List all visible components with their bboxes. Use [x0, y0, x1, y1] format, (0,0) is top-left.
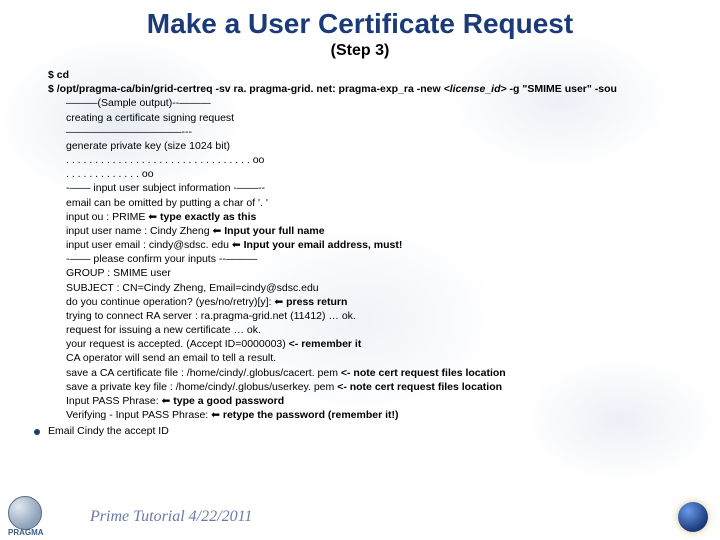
page-subtitle: (Step 3)	[0, 42, 720, 60]
footer: Prime Tutorial 4/22/2011	[0, 494, 720, 534]
line-genkey: generate private key (size 1024 bit)	[66, 139, 690, 153]
cmd-part-a: $ /opt/pragma-ca/bin/grid-certreq -sv ra…	[48, 83, 444, 95]
license-id-placeholder: <license_id>	[444, 83, 507, 95]
page-title: Make a User Certificate Request	[0, 0, 720, 40]
arrow-icon: ⬅	[211, 409, 220, 421]
line-sep1: ———————————---	[66, 125, 690, 139]
cmd-certreq: $ /opt/pragma-ca/bin/grid-certreq -sv ra…	[48, 82, 690, 96]
arrow-icon: ⬅	[148, 211, 157, 223]
cmd-cd: $ cd	[48, 68, 690, 82]
globe-badge-icon	[678, 502, 708, 532]
globe-icon	[8, 496, 42, 530]
line-continue: do you continue operation? (yes/no/retry…	[66, 295, 690, 309]
line-input-ou: input ou : PRIME ⬅ type exactly as this	[66, 210, 690, 224]
email-cindy: Email Cindy the accept ID	[48, 425, 169, 437]
line-input-name: input user name : Cindy Zheng ⬅ Input yo…	[66, 224, 690, 238]
slide-content: $ cd $ /opt/pragma-ca/bin/grid-certreq -…	[0, 60, 720, 438]
line-creating: creating a certificate signing request	[66, 111, 690, 125]
arrow-icon: ⬅	[274, 296, 283, 308]
line-pass: Input PASS Phrase: ⬅ type a good passwor…	[66, 394, 690, 408]
arrow-icon: ⬅	[213, 225, 222, 237]
line-input-email: input user email : cindy@sdsc. edu ⬅ Inp…	[66, 238, 690, 252]
arrow-icon: ⬅	[232, 239, 241, 251]
line-dots1: . . . . . . . . . . . . . . . . . . . . …	[66, 153, 690, 167]
line-subject: SUBJECT : CN=Cindy Zheng, Email=cindy@sd…	[66, 281, 690, 295]
output-block: ———(Sample output)--——— creating a certi…	[48, 96, 690, 422]
pragma-logo: PRAGMA	[8, 496, 78, 536]
pragma-label: PRAGMA	[8, 528, 78, 537]
bullet-item: Email Cindy the accept ID	[34, 424, 690, 438]
line-save-userkey: save a private key file : /home/cindy/.g…	[66, 380, 690, 394]
line-save-cacert: save a CA certificate file : /home/cindy…	[66, 366, 690, 380]
line-dots2: . . . . . . . . . . . . . oo	[66, 167, 690, 181]
line-email-omit: email can be omitted by putting a char o…	[66, 196, 690, 210]
sample-output-header: ———(Sample output)--———	[66, 96, 690, 110]
line-group: GROUP : SMIME user	[66, 266, 690, 280]
line-request: request for issuing a new certificate … …	[66, 323, 690, 337]
line-input-subject: -—— input user subject information -——--	[66, 181, 690, 195]
line-ca-email: CA operator will send an email to tell a…	[66, 351, 690, 365]
line-accepted: your request is accepted. (Accept ID=000…	[66, 337, 690, 351]
bullet-icon	[34, 429, 40, 435]
footer-text: Prime Tutorial 4/22/2011	[90, 508, 252, 526]
cmd-part-c: -g "SMIME user" -sou	[507, 83, 617, 95]
line-confirm: -—— please confirm your inputs --———	[66, 252, 690, 266]
line-connect: trying to connect RA server : ra.pragma-…	[66, 309, 690, 323]
line-verify: Verifying - Input PASS Phrase: ⬅ retype …	[66, 408, 690, 422]
